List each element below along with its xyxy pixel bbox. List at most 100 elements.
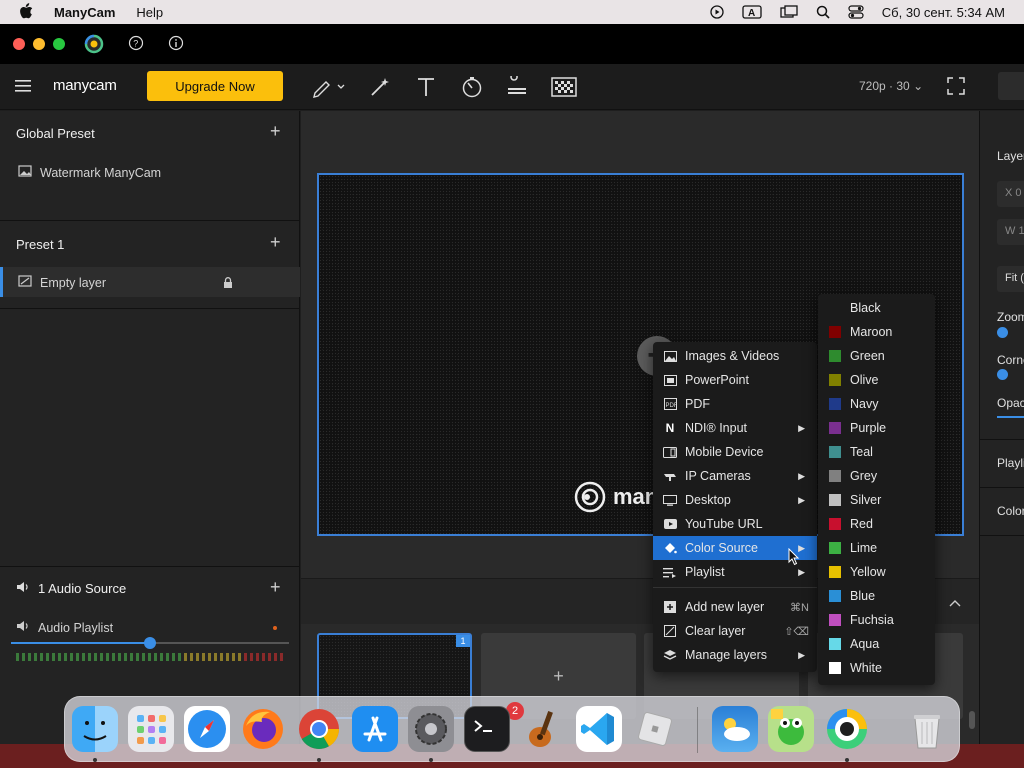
spotlight-search-icon[interactable] xyxy=(816,5,830,19)
volume-slider-knob[interactable] xyxy=(144,637,156,649)
color-swatch xyxy=(829,326,841,338)
color-label: Yellow xyxy=(850,565,886,579)
meter-bar xyxy=(106,653,109,661)
garageband-icon[interactable] xyxy=(520,706,566,752)
color-option-aqua[interactable]: Aqua xyxy=(818,632,935,656)
upgrade-now-button[interactable]: Upgrade Now xyxy=(147,71,283,101)
color-option-navy[interactable]: Navy xyxy=(818,392,935,416)
menu-item-mobile-device[interactable]: Mobile Device xyxy=(653,440,817,464)
menu-item-pdf[interactable]: PDF PDF xyxy=(653,392,817,416)
meter-bar xyxy=(250,653,253,661)
safari-icon[interactable] xyxy=(184,706,230,752)
help-icon[interactable]: ? xyxy=(128,35,144,54)
info-icon[interactable] xyxy=(168,35,184,54)
zoom-window-button[interactable] xyxy=(53,38,65,50)
menu-item-images-videos[interactable]: Images & Videos xyxy=(653,344,817,368)
chrome-icon[interactable] xyxy=(296,706,342,752)
meter-bar xyxy=(172,653,175,661)
meter-bar xyxy=(274,653,277,661)
color-option-green[interactable]: Green xyxy=(818,344,935,368)
meter-bar xyxy=(178,653,181,661)
trash-icon[interactable] xyxy=(904,706,950,752)
chroma-key-icon[interactable] xyxy=(551,76,577,101)
menu-app-name[interactable]: ManyCam xyxy=(54,5,115,20)
firefox-icon[interactable] xyxy=(240,706,286,752)
text-tool-icon[interactable] xyxy=(416,76,436,101)
menu-help[interactable]: Help xyxy=(136,5,163,20)
color-option-grey[interactable]: Grey xyxy=(818,464,935,488)
color-option-black[interactable]: Black xyxy=(818,296,935,320)
menubar-clock[interactable]: Сб, 30 сент. 5:34 AM xyxy=(882,5,1005,20)
close-window-button[interactable] xyxy=(13,38,25,50)
input-source-icon[interactable]: A xyxy=(742,5,762,19)
hamburger-menu-icon[interactable] xyxy=(15,80,31,95)
add-global-preset-button[interactable]: + xyxy=(270,121,281,142)
watermark-layer-item[interactable]: Watermark ManyCam xyxy=(18,165,161,180)
thumbnails-scrollbar[interactable] xyxy=(969,711,975,729)
menu-item-manage-layers[interactable]: Manage layers ▶ xyxy=(653,643,817,667)
play-status-icon[interactable] xyxy=(710,5,724,19)
window-icon[interactable] xyxy=(780,5,798,19)
lock-icon[interactable] xyxy=(223,277,233,292)
playlist-section[interactable]: Playli xyxy=(997,456,1024,470)
minimize-window-button[interactable] xyxy=(33,38,45,50)
system-settings-icon[interactable] xyxy=(408,706,454,752)
timer-icon[interactable] xyxy=(461,76,483,101)
draw-tool-icon[interactable] xyxy=(312,76,348,101)
x-position-field[interactable]: X 0 xyxy=(997,181,1024,207)
opacity-slider[interactable] xyxy=(997,416,1024,418)
add-layer-button[interactable]: + xyxy=(270,232,281,253)
magic-wand-icon[interactable] xyxy=(369,76,391,101)
lower-thirds-icon[interactable] xyxy=(506,73,528,101)
color-option-teal[interactable]: Teal xyxy=(818,440,935,464)
color-option-maroon[interactable]: Maroon xyxy=(818,320,935,344)
zoom-slider-knob[interactable] xyxy=(997,327,1008,338)
color-label: Grey xyxy=(850,469,878,483)
menu-item-ndi-input[interactable]: N NDI® Input ▶ xyxy=(653,416,817,440)
menu-item-add-new-layer[interactable]: Add new layer ⌘N xyxy=(653,595,817,619)
color-option-lime[interactable]: Lime xyxy=(818,536,935,560)
terminal-icon[interactable] xyxy=(464,706,510,752)
resolution-selector[interactable]: 720p · 30 ⌄ xyxy=(859,79,923,93)
meter-bar xyxy=(16,653,19,661)
weather-icon[interactable] xyxy=(712,706,758,752)
svg-text:?: ? xyxy=(133,39,138,49)
collapse-chevron-icon[interactable] xyxy=(949,595,961,610)
menu-item-clear-layer[interactable]: Clear layer ⇧⌫ xyxy=(653,619,817,643)
manycam-dock-icon[interactable] xyxy=(824,706,870,752)
color-option-silver[interactable]: Silver xyxy=(818,488,935,512)
menu-item-youtube-url[interactable]: YouTube URL xyxy=(653,512,817,536)
app-store-icon[interactable] xyxy=(352,706,398,752)
menu-item-powerpoint[interactable]: PowerPoint xyxy=(653,368,817,392)
menu-item-ip-cameras[interactable]: IP Cameras ▶ xyxy=(653,464,817,488)
launchpad-icon[interactable] xyxy=(128,706,174,752)
meter-bar xyxy=(190,653,193,661)
speaker-icon xyxy=(16,581,30,596)
frogger-game-icon[interactable] xyxy=(768,706,814,752)
roblox-icon[interactable] xyxy=(632,706,678,752)
right-panel-button[interactable] xyxy=(998,72,1024,100)
empty-layer-item[interactable]: Empty layer xyxy=(18,275,106,290)
finder-icon[interactable] xyxy=(72,706,118,752)
vscode-icon[interactable] xyxy=(576,706,622,752)
control-center-icon[interactable] xyxy=(848,5,864,19)
divider xyxy=(0,566,300,567)
color-option-olive[interactable]: Olive xyxy=(818,368,935,392)
corner-slider-knob[interactable] xyxy=(997,369,1008,380)
color-option-red[interactable]: Red xyxy=(818,512,935,536)
fullscreen-icon[interactable] xyxy=(947,77,965,98)
color-label: Silver xyxy=(850,493,882,507)
fit-dropdown[interactable]: Fit ( xyxy=(997,266,1024,292)
add-audio-source-button[interactable]: + xyxy=(270,577,281,598)
color-option-blue[interactable]: Blue xyxy=(818,584,935,608)
color-option-yellow[interactable]: Yellow xyxy=(818,560,935,584)
audio-playlist-item[interactable]: Audio Playlist xyxy=(16,620,113,635)
color-option-purple[interactable]: Purple xyxy=(818,416,935,440)
color-section[interactable]: Color xyxy=(997,504,1024,518)
width-field[interactable]: W 1 xyxy=(997,219,1024,245)
color-option-white[interactable]: White xyxy=(818,656,935,680)
apple-icon[interactable] xyxy=(19,2,37,22)
menu-item-desktop[interactable]: Desktop ▶ xyxy=(653,488,817,512)
color-source-submenu: Black Maroon Green Olive Navy Purple Teal Grey S… xyxy=(818,294,935,685)
color-option-fuchsia[interactable]: Fuchsia xyxy=(818,608,935,632)
